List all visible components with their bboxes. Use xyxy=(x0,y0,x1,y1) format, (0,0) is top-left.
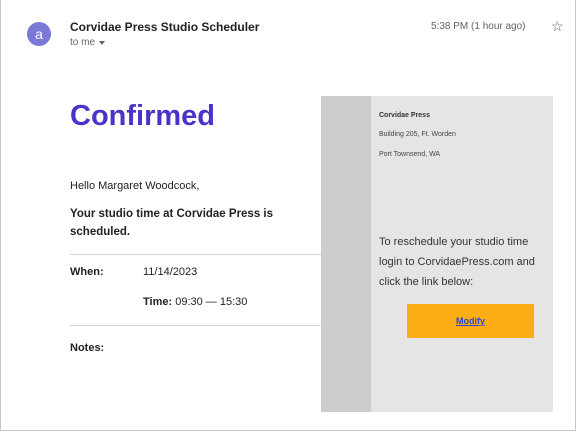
time-value: 09:30 — 15:30 xyxy=(175,296,248,308)
greeting-text: Hello Margaret Woodcock, xyxy=(70,180,200,192)
address-line-2: Port Townsend, WA xyxy=(379,151,441,158)
divider xyxy=(70,325,321,326)
star-icon[interactable]: ☆ xyxy=(551,18,564,35)
divider xyxy=(70,254,321,255)
email-message: a Corvidae Press Studio Scheduler to me … xyxy=(0,0,576,431)
notes-label: Notes: xyxy=(70,342,105,354)
avatar[interactable]: a xyxy=(27,22,51,46)
timestamp: 5:38 PM (1 hour ago) xyxy=(431,21,526,32)
when-label: When: xyxy=(70,266,104,278)
booking-summary: Your studio time at Corvidae Press is sc… xyxy=(70,208,274,238)
sender-name[interactable]: Corvidae Press Studio Scheduler xyxy=(70,20,259,34)
address-line-1: Building 205, Ft. Worden xyxy=(379,131,456,138)
recipient-details-toggle[interactable]: to me xyxy=(70,37,106,48)
booking-date: 11/14/2023 xyxy=(143,266,198,278)
recipient-label: to me xyxy=(70,37,96,48)
booking-time: Time: 09:30 — 15:30 xyxy=(143,296,247,308)
modify-link[interactable]: Modify xyxy=(456,316,485,326)
message-footer xyxy=(1,412,575,430)
confirmed-heading: Confirmed xyxy=(70,100,215,132)
modify-button[interactable]: Modify xyxy=(407,304,534,338)
org-name: Corvidae Press xyxy=(379,112,430,119)
reschedule-instructions: To reschedule your studio time login to … xyxy=(379,236,535,288)
chevron-down-icon xyxy=(99,40,106,45)
time-label: Time: xyxy=(143,296,173,308)
panel-accent-strip xyxy=(321,96,371,412)
